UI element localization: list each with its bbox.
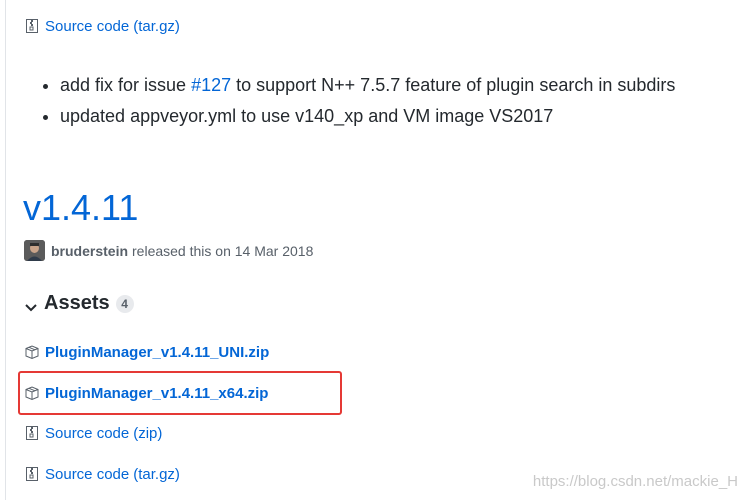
release-date-text: released this on 14 Mar 2018	[132, 242, 314, 259]
package-icon	[24, 344, 40, 360]
release-page: Source code (tar.gz) add fix for issue #…	[0, 0, 744, 500]
release-note-item: updated appveyor.yml to use v140_xp and …	[60, 101, 675, 132]
assets-toggle[interactable]: Assets 4	[24, 292, 134, 315]
asset-row-uni-zip[interactable]: PluginManager_v1.4.11_UNI.zip	[24, 342, 269, 362]
avatar[interactable]	[24, 240, 45, 261]
file-zip-icon	[24, 18, 40, 34]
assets-count-badge: 4	[115, 294, 134, 313]
release-notes-list: add fix for issue #127 to support N++ 7.…	[22, 70, 675, 132]
asset-ext: (tar.gz)	[133, 17, 180, 35]
file-zip-icon	[24, 466, 40, 482]
watermark-text: https://blog.csdn.net/mackie_H	[532, 473, 738, 490]
release-author[interactable]: bruderstein	[51, 243, 128, 259]
asset-link[interactable]: Source code	[45, 18, 129, 35]
note-text: to support N++ 7.5.7 feature of plugin s…	[231, 75, 676, 95]
timeline-rule	[5, 0, 6, 500]
release-note-item: add fix for issue #127 to support N++ 7.…	[60, 70, 675, 101]
issue-link[interactable]: #127	[191, 75, 231, 95]
asset-ext: (tar.gz)	[133, 465, 180, 483]
asset-row-source-targz[interactable]: Source code (tar.gz)	[24, 464, 180, 484]
asset-ext: (zip)	[133, 424, 163, 442]
asset-link[interactable]: Source code	[45, 425, 129, 442]
file-zip-icon	[24, 425, 40, 441]
asset-row-source-zip[interactable]: Source code (zip)	[24, 423, 162, 443]
note-text: updated appveyor.yml to use v140_xp and …	[60, 106, 554, 126]
asset-row-source-targz-top[interactable]: Source code (tar.gz)	[24, 16, 180, 36]
highlight-annotation	[18, 371, 342, 415]
asset-link[interactable]: PluginManager_v1.4.11_UNI.zip	[45, 344, 269, 361]
asset-link[interactable]: Source code	[45, 466, 129, 483]
note-text: add fix for issue	[60, 75, 192, 95]
chevron-down-icon	[24, 297, 38, 311]
release-meta: bruderstein released this on 14 Mar 2018	[24, 240, 313, 261]
assets-title: Assets	[44, 292, 110, 314]
release-version-title[interactable]: v1.4.11	[23, 185, 138, 231]
